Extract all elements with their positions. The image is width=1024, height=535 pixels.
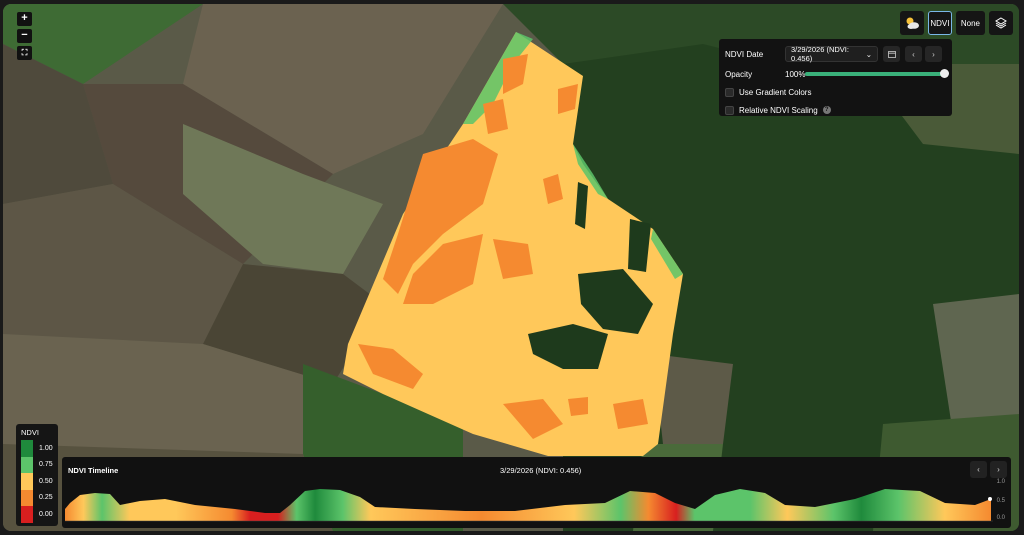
gradient-checkbox[interactable]: [725, 87, 734, 97]
timeline-y-label: 0.0: [996, 515, 1005, 521]
calendar-button[interactable]: [883, 46, 900, 62]
relative-scaling-label: Relative NDVI Scaling: [739, 105, 818, 115]
timeline-nav: ‹ ›: [970, 461, 1007, 478]
legend-item: 0.50: [21, 473, 53, 490]
legend-swatch: [21, 473, 33, 490]
ndvi-date-select[interactable]: 3/29/2026 (NDVI: 0.456) ⌄: [785, 45, 878, 63]
opacity-row: Opacity 100%: [725, 65, 949, 83]
ndvi-timeline: NDVI Timeline 3/29/2026 (NDVI: 0.456) ‹ …: [62, 457, 1011, 528]
ndvi-settings-panel: NDVI Date 3/29/2026 (NDVI: 0.456) ⌄ ‹ › …: [719, 39, 952, 116]
legend-swatch: [21, 440, 33, 457]
timeline-current-marker[interactable]: [988, 497, 992, 501]
map-toolbar: NDVI None: [899, 11, 1013, 35]
chevron-right-icon: ›: [932, 49, 935, 59]
chevron-right-icon: ›: [997, 465, 1000, 474]
zoom-in-button[interactable]: +: [17, 12, 32, 26]
chevron-down-icon: ⌄: [865, 49, 872, 59]
legend-item: 0.00: [21, 506, 53, 523]
layers-button[interactable]: [989, 11, 1013, 35]
legend-swatch: [21, 489, 33, 506]
timeline-y-label: 0.5: [996, 498, 1005, 504]
timeline-next-button[interactable]: ›: [990, 461, 1007, 478]
none-layer-button[interactable]: None: [955, 11, 985, 35]
timeline-chart[interactable]: [65, 485, 993, 523]
opacity-slider[interactable]: [805, 69, 949, 78]
gradient-row: Use Gradient Colors: [725, 83, 946, 101]
legend-swatch: [21, 506, 33, 523]
calendar-icon: [887, 51, 896, 58]
ndvi-legend: NDVI 1.00 0.75 0.50 0.25 0.00: [16, 424, 58, 526]
timeline-title: NDVI Timeline: [68, 466, 119, 475]
fullscreen-button[interactable]: ⛶: [17, 46, 32, 60]
prev-date-button[interactable]: ‹: [905, 46, 922, 62]
ndvi-date-value: 3/29/2026 (NDVI: 0.456): [791, 45, 849, 63]
timeline-prev-button[interactable]: ‹: [970, 461, 987, 478]
timeline-selected-date: 3/29/2026 (NDVI: 0.456): [500, 466, 582, 475]
chevron-left-icon: ‹: [912, 49, 915, 59]
legend-item: 0.75: [21, 456, 53, 473]
legend-item: 1.00: [21, 440, 53, 457]
chevron-left-icon: ‹: [977, 465, 980, 474]
legend-label: 1.00: [39, 444, 53, 452]
ndvi-date-row: NDVI Date 3/29/2026 (NDVI: 0.456) ⌄ ‹ ›: [725, 45, 946, 63]
zoom-out-button[interactable]: −: [17, 29, 32, 43]
map-frame: + − ⛶ NDVI None NDVI Date 3/29/2026 (NDV…: [3, 4, 1019, 531]
opacity-value: 100%: [785, 69, 806, 79]
timeline-y-label: 1.0: [996, 479, 1005, 485]
legend-label: 0.75: [39, 461, 53, 469]
legend-label: 0.00: [39, 510, 53, 518]
opacity-label: Opacity: [725, 69, 753, 79]
opacity-slider-handle[interactable]: [940, 69, 949, 78]
help-icon[interactable]: ?: [822, 106, 831, 114]
relative-scaling-row: Relative NDVI Scaling ?: [725, 101, 946, 119]
gradient-label: Use Gradient Colors: [739, 87, 812, 97]
legend-item: 0.25: [21, 489, 53, 506]
legend-swatch: [21, 456, 33, 473]
ndvi-layer-button[interactable]: NDVI: [927, 11, 952, 35]
relative-scaling-checkbox[interactable]: [725, 105, 734, 115]
legend-label: 0.25: [39, 494, 53, 502]
legend-label: 0.50: [39, 477, 53, 485]
layers-icon: [995, 17, 1007, 29]
next-date-button[interactable]: ›: [925, 46, 942, 62]
zoom-controls: + − ⛶: [17, 12, 32, 60]
partly-cloudy-icon: [906, 17, 919, 29]
ndvi-date-label: NDVI Date: [725, 49, 764, 59]
weather-button[interactable]: [899, 11, 924, 35]
legend-title: NDVI: [21, 428, 39, 437]
